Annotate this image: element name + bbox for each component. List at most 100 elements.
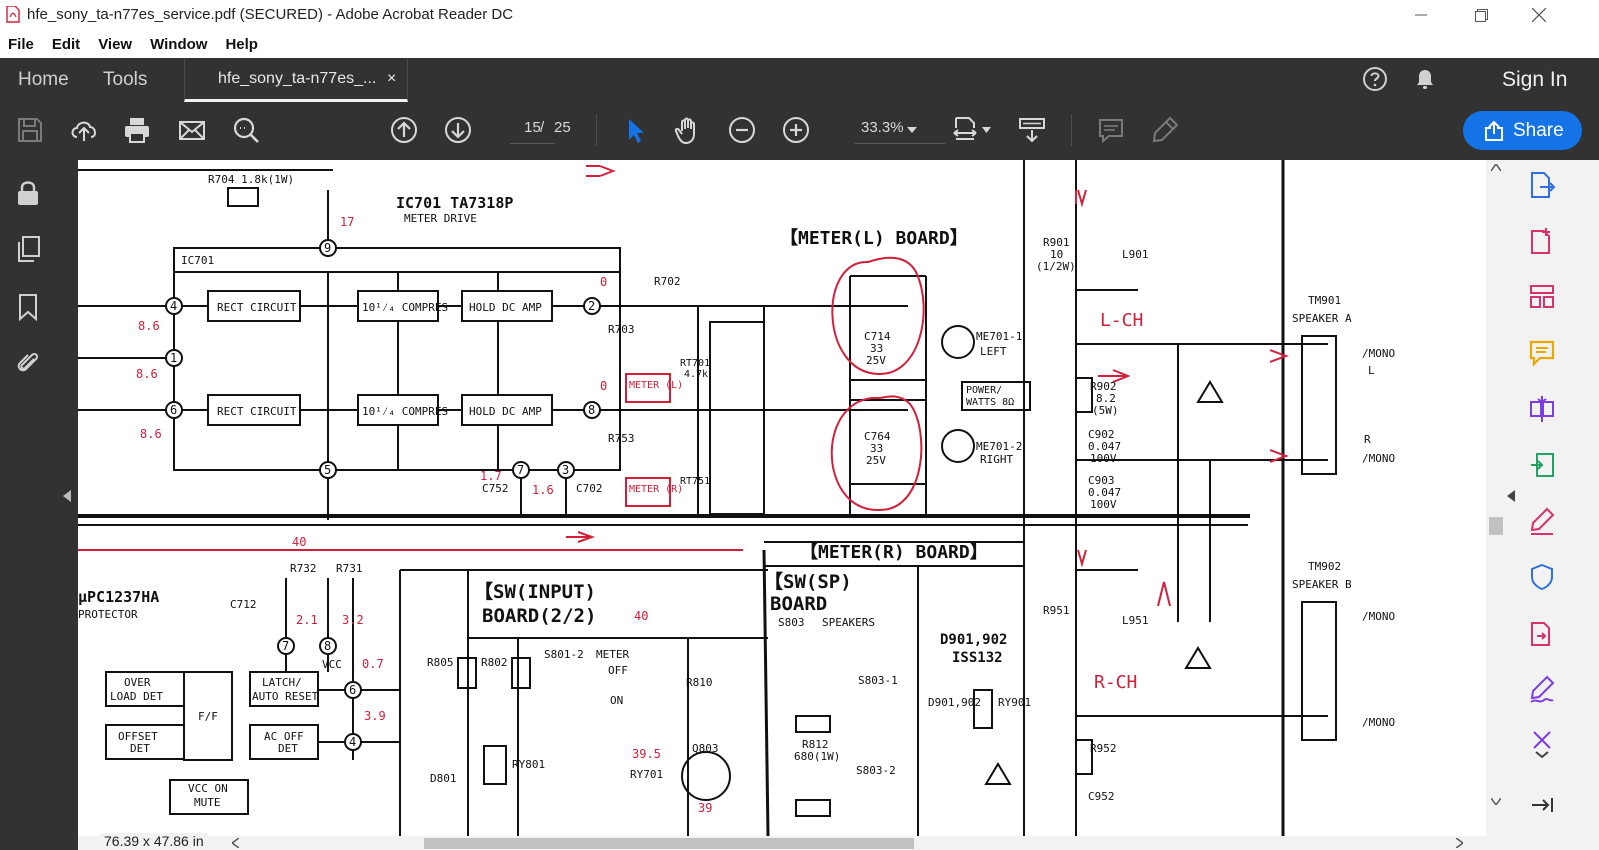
highlight-pen-icon[interactable] — [1150, 115, 1180, 145]
svg-text:C712: C712 — [230, 598, 257, 611]
svg-text:/MONO: /MONO — [1362, 610, 1395, 623]
scroll-up-icon[interactable] — [1491, 164, 1501, 171]
svg-text:ME701-1: ME701-1 — [976, 330, 1022, 343]
organize-pages-icon[interactable] — [1528, 282, 1556, 312]
restore-icon — [1474, 8, 1488, 22]
svg-text:C752: C752 — [482, 482, 509, 495]
page-thumbnails-icon[interactable] — [14, 234, 42, 264]
svg-text:OFF: OFF — [608, 664, 628, 677]
menu-view[interactable]: View — [98, 36, 132, 53]
select-cursor-icon[interactable] — [620, 115, 650, 145]
svg-text:2: 2 — [588, 299, 595, 313]
close-button[interactable] — [1516, 2, 1562, 28]
svg-text:DET: DET — [278, 742, 298, 755]
horizontal-scrollbar[interactable] — [78, 836, 1486, 850]
minimize-button[interactable] — [1398, 2, 1444, 28]
tab-document[interactable]: hfe_sony_ta-n77es_... × — [184, 58, 408, 102]
svg-text:L: L — [1368, 364, 1375, 377]
svg-text:IC701: IC701 — [181, 254, 214, 267]
scroll-right-icon[interactable] — [1456, 838, 1463, 848]
previous-page-icon[interactable] — [389, 115, 419, 145]
svg-text:8.6: 8.6 — [138, 319, 160, 333]
next-page-icon[interactable] — [443, 115, 473, 145]
fill-sign-icon[interactable] — [1528, 506, 1556, 536]
svg-text:R704 1.8k(1W): R704 1.8k(1W) — [208, 173, 294, 186]
document-tab-close-icon[interactable]: × — [387, 70, 396, 88]
vertical-scroll-thumb[interactable] — [1489, 517, 1503, 535]
svg-text:(1/2W): (1/2W) — [1036, 260, 1076, 273]
svg-text:3.9: 3.9 — [364, 709, 386, 723]
more-tools-icon[interactable] — [1528, 728, 1556, 758]
svg-text:8: 8 — [588, 403, 595, 417]
svg-text:μPC1237HA: μPC1237HA — [78, 588, 159, 606]
document-tab-label: hfe_sony_ta-n77es_... — [218, 70, 377, 87]
pdf-page[interactable]: 941 628 573 7864 IC701 TA7318P METER DRI… — [78, 160, 1486, 836]
menu-window[interactable]: Window — [150, 36, 207, 53]
protect-shield-icon[interactable] — [1528, 562, 1556, 592]
page-fit-icon[interactable] — [950, 115, 980, 145]
svg-text:S801-2: S801-2 — [544, 648, 584, 661]
hand-tool-icon[interactable] — [673, 115, 703, 145]
upload-cloud-icon[interactable] — [69, 115, 99, 145]
menu-edit[interactable]: Edit — [52, 36, 80, 53]
menu-help[interactable]: Help — [225, 36, 258, 53]
tab-bar: Home Tools hfe_sony_ta-n77es_... × Sign … — [0, 58, 1599, 102]
svg-text:【SW(INPUT): 【SW(INPUT) — [474, 580, 596, 603]
scroll-left-icon[interactable] — [232, 838, 239, 848]
svg-text:R732: R732 — [290, 562, 317, 575]
share-button[interactable]: Share — [1463, 111, 1582, 150]
menu-file[interactable]: File — [8, 36, 34, 53]
combine-files-icon[interactable] — [1528, 394, 1556, 424]
bookmark-icon[interactable] — [14, 292, 42, 322]
search-icon[interactable] — [231, 115, 261, 145]
compress-pdf-icon[interactable] — [1528, 450, 1556, 480]
help-icon[interactable] — [1362, 66, 1388, 92]
chevron-down-icon[interactable] — [982, 127, 991, 133]
restore-button[interactable] — [1458, 2, 1504, 28]
collapse-left-panel-icon[interactable] — [63, 490, 71, 502]
request-signature-icon[interactable] — [1528, 674, 1556, 704]
svg-text:R952: R952 — [1090, 742, 1117, 755]
vertical-scrollbar[interactable] — [1486, 160, 1506, 850]
svg-text:39: 39 — [698, 801, 712, 815]
svg-text:40: 40 — [634, 609, 648, 623]
svg-text:10¹⁄₄ COMPRES: 10¹⁄₄ COMPRES — [362, 301, 448, 314]
svg-text:6: 6 — [170, 403, 177, 417]
expand-right-panel-icon[interactable] — [1507, 490, 1515, 502]
tab-home[interactable]: Home — [18, 69, 69, 91]
schematic-drawing: 941 628 573 7 864 IC701 TA7318P METER DR… — [78, 160, 1395, 836]
svg-text:LEFT: LEFT — [980, 345, 1007, 358]
notification-bell-icon[interactable] — [1413, 66, 1437, 92]
svg-text:R805: R805 — [427, 656, 454, 669]
send-for-review-icon[interactable] — [1528, 618, 1556, 648]
svg-text:100V: 100V — [1090, 498, 1117, 511]
scroll-mode-icon[interactable] — [1017, 115, 1047, 145]
svg-text:POWER/: POWER/ — [966, 385, 1002, 396]
ic-name: IC701 TA7318P — [396, 194, 513, 212]
collapse-tools-icon[interactable] — [1528, 790, 1556, 820]
attachment-icon[interactable] — [14, 347, 42, 377]
horizontal-scroll-thumb[interactable] — [424, 838, 914, 849]
create-pdf-icon[interactable] — [1528, 226, 1556, 256]
comment-tool-icon[interactable] — [1528, 338, 1556, 368]
save-icon[interactable] — [15, 115, 45, 145]
lock-icon[interactable] — [14, 178, 42, 208]
print-icon[interactable] — [122, 115, 152, 145]
comment-icon[interactable] — [1096, 115, 1126, 145]
zoom-in-icon[interactable] — [781, 115, 811, 145]
current-page-input[interactable]: 15 — [510, 114, 555, 144]
email-icon[interactable] — [177, 115, 207, 145]
zoom-level-select[interactable]: 33.3% — [855, 114, 945, 144]
sign-in-link[interactable]: Sign In — [1502, 68, 1567, 92]
svg-text:R753: R753 — [608, 432, 635, 445]
export-pdf-icon[interactable] — [1528, 170, 1556, 200]
tab-tools[interactable]: Tools — [103, 69, 147, 91]
svg-text:7: 7 — [517, 463, 524, 477]
chevron-down-icon — [907, 127, 917, 133]
scroll-down-icon[interactable] — [1491, 798, 1501, 805]
svg-text:MUTE: MUTE — [194, 796, 221, 809]
svg-text:HOLD DC AMP: HOLD DC AMP — [469, 301, 542, 314]
svg-text:OVER: OVER — [124, 676, 151, 689]
svg-text:D901,902: D901,902 — [940, 632, 1007, 648]
zoom-out-icon[interactable] — [727, 115, 757, 145]
